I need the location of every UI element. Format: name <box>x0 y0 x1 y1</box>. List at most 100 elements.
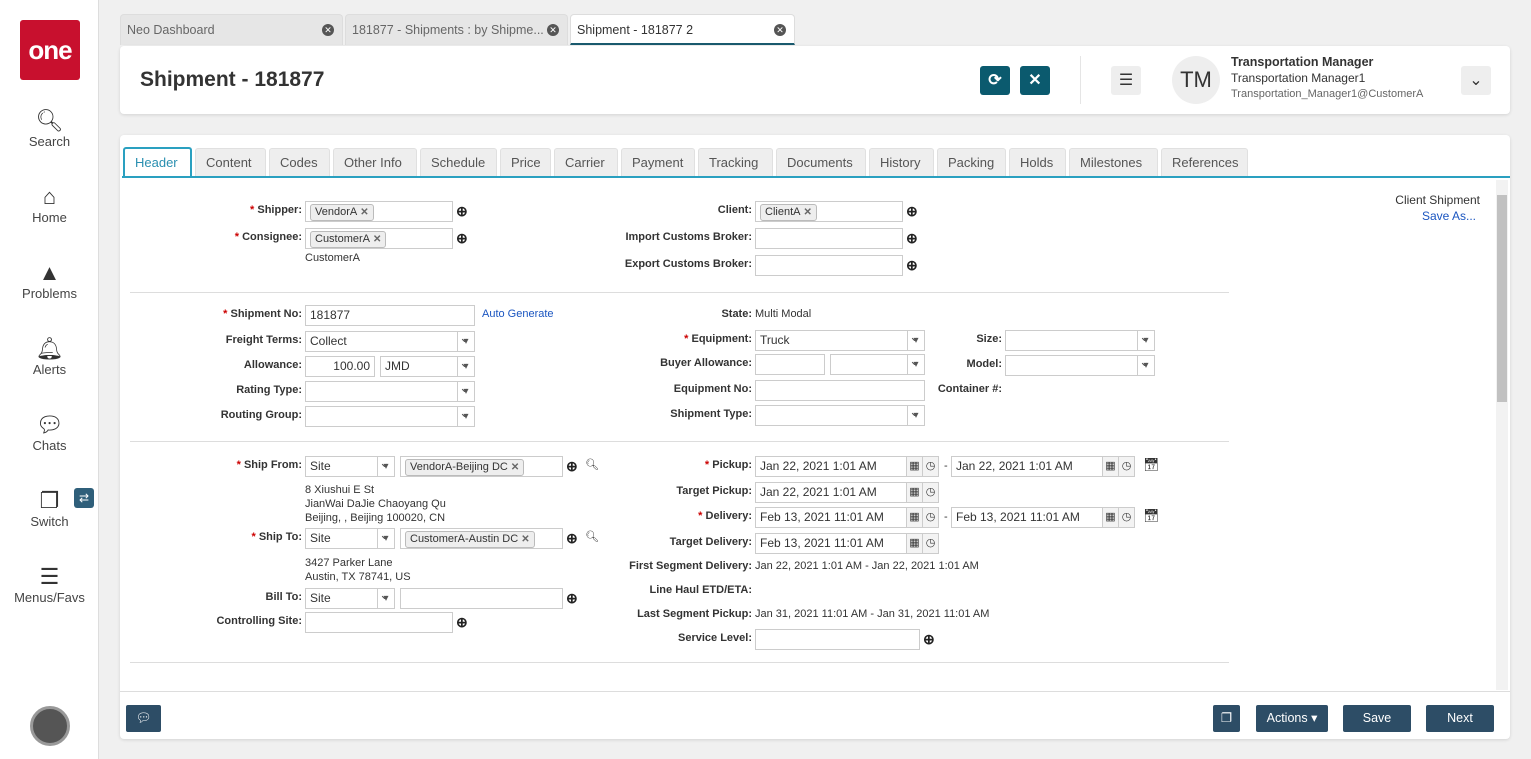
remove-icon[interactable]: ✕ <box>803 207 811 218</box>
target-delivery-input[interactable]: Feb 13, 2021 11:01 AM <box>755 533 907 554</box>
ship-from-type-select[interactable]: Site ▾ <box>305 456 395 477</box>
remove-icon[interactable]: ✕ <box>511 462 519 473</box>
menu-icon: ☰ <box>39 564 60 589</box>
tab-references[interactable]: References <box>1161 148 1248 176</box>
buyer-allowance-label: Buyer Allowance: <box>660 357 752 369</box>
shipper-input[interactable]: VendorA ✕ <box>305 201 453 222</box>
tab-packing[interactable]: Packing <box>937 148 1006 176</box>
rating-type-label: Rating Type: <box>236 384 302 396</box>
calendar-icon[interactable]: ▦ <box>907 533 923 554</box>
tab-neo-dashboard[interactable]: Neo Dashboard ✕ <box>120 14 343 45</box>
equipment-no-label: Equipment No: <box>673 383 752 395</box>
shipment-no-input[interactable]: 181877 <box>305 305 475 326</box>
tab-tracking[interactable]: Tracking <box>698 148 773 176</box>
tab-price[interactable]: Price <box>500 148 551 176</box>
tab-content[interactable]: Content <box>195 148 266 176</box>
calendar-icon[interactable]: ▦ <box>907 482 923 503</box>
ship-from-label: Ship From: <box>243 459 302 471</box>
delivery-from-input[interactable]: Feb 13, 2021 11:01 AM <box>755 507 907 528</box>
copy-button[interactable]: ❐ <box>1213 705 1240 732</box>
lookup-icon[interactable]: ⊕ <box>923 631 935 648</box>
remove-icon[interactable]: ✕ <box>360 207 368 218</box>
tab-carrier[interactable]: Carrier <box>554 148 618 176</box>
actions-button[interactable]: Actions ▾ <box>1256 705 1328 732</box>
model-select[interactable]: ▾ <box>1005 355 1155 376</box>
service-level-input[interactable] <box>755 629 920 650</box>
tab-schedule[interactable]: Schedule <box>420 148 497 176</box>
lookup-icon[interactable]: ⊕ <box>906 230 918 247</box>
pickup-label: Pickup: <box>712 459 752 471</box>
tab-codes[interactable]: Codes <box>269 148 330 176</box>
ship-to-type-select[interactable]: Site ▾ <box>305 528 395 549</box>
clock-icon[interactable]: ◷ <box>1119 456 1135 477</box>
lookup-icon[interactable]: ⊕ <box>456 614 468 631</box>
assistant-avatar[interactable] <box>30 706 70 746</box>
freight-terms-select[interactable]: Collect ▾ <box>305 331 475 352</box>
next-button[interactable]: Next <box>1426 705 1494 732</box>
pickup-from-input[interactable]: Jan 22, 2021 1:01 AM <box>755 456 907 477</box>
tab-history[interactable]: History <box>869 148 934 176</box>
chevron-down-icon: ▾ <box>457 357 474 376</box>
sidebar-item-search[interactable]: 🔍︎ Search <box>0 108 99 149</box>
tab-shipments[interactable]: 181877 - Shipments : by Shipme... ✕ <box>345 14 568 45</box>
import-broker-input[interactable] <box>755 228 903 249</box>
close-icon[interactable]: ✕ <box>547 24 559 36</box>
tab-holds[interactable]: Holds <box>1009 148 1066 176</box>
scrollbar-thumb[interactable] <box>1497 195 1507 402</box>
tab-header[interactable]: Header <box>123 147 192 178</box>
lookup-icon[interactable]: ⊕ <box>906 203 918 220</box>
client-input[interactable]: ClientA ✕ <box>755 201 903 222</box>
pickup-to-input[interactable]: Jan 22, 2021 1:01 AM <box>951 456 1103 477</box>
calendar-icon[interactable]: ▦ <box>1103 456 1119 477</box>
calendar-icon[interactable]: ▦ <box>907 456 923 477</box>
export-broker-label: Export Customs Broker: <box>624 258 752 270</box>
rating-type-select[interactable]: ▾ <box>305 381 475 402</box>
schedule-icon[interactable]: 📅︎ <box>1143 457 1160 473</box>
close-button[interactable]: ✕ <box>1020 66 1050 95</box>
tab-milestones[interactable]: Milestones <box>1069 148 1158 176</box>
calendar-icon[interactable]: ▦ <box>1103 507 1119 528</box>
equipment-label: Equipment: <box>691 333 753 345</box>
clock-icon[interactable]: ◷ <box>923 507 939 528</box>
refresh-button[interactable]: ⟳ <box>980 66 1010 95</box>
bill-to-type-select[interactable]: Site ▾ <box>305 588 395 609</box>
clock-icon[interactable]: ◷ <box>923 533 939 554</box>
save-as-link[interactable]: Save As... <box>1422 209 1476 223</box>
remove-icon[interactable]: ✕ <box>373 234 381 245</box>
allowance-input[interactable]: 100.00 <box>305 356 375 377</box>
first-segment-label: First Segment Delivery: <box>629 560 752 572</box>
controlling-site-input[interactable] <box>305 612 453 633</box>
app-logo[interactable]: one <box>20 20 80 80</box>
chat-button[interactable]: 💬︎ <box>126 705 161 732</box>
tab-other-info[interactable]: Other Info <box>333 148 417 176</box>
consignee-input[interactable]: CustomerA ✕ <box>305 228 453 249</box>
calendar-icon[interactable]: ▦ <box>907 507 923 528</box>
currency-select[interactable]: JMD ▾ <box>380 356 475 377</box>
clock-icon[interactable]: ◷ <box>923 482 939 503</box>
menu-button[interactable]: ☰ <box>1111 66 1141 95</box>
user-name: Transportation Manager1 <box>1231 71 1366 85</box>
delivery-to-input[interactable]: Feb 13, 2021 11:01 AM <box>951 507 1103 528</box>
clock-icon[interactable]: ◷ <box>1119 507 1135 528</box>
export-broker-input[interactable] <box>755 255 903 276</box>
lookup-icon[interactable]: ⊕ <box>456 230 468 247</box>
close-icon[interactable]: ✕ <box>774 24 786 36</box>
divider <box>130 441 1229 442</box>
tab-shipment[interactable]: Shipment - 181877 2 ✕ <box>570 14 795 45</box>
lookup-icon[interactable]: ⊕ <box>906 257 918 274</box>
lookup-icon[interactable]: ⊕ <box>456 203 468 220</box>
tab-documents[interactable]: Documents <box>776 148 866 176</box>
close-icon[interactable]: ✕ <box>322 24 334 36</box>
tab-payment[interactable]: Payment <box>621 148 695 176</box>
clock-icon[interactable]: ◷ <box>923 456 939 477</box>
size-select[interactable]: ▾ <box>1005 330 1155 351</box>
sidebar-item-problems[interactable]: ▲ Problems <box>0 260 99 301</box>
save-button[interactable]: Save <box>1343 705 1411 732</box>
routing-group-select[interactable]: ▾ <box>305 406 475 427</box>
schedule-icon[interactable]: 📅︎ <box>1143 508 1160 524</box>
remove-icon[interactable]: ✕ <box>521 534 529 545</box>
user-menu-chevron-icon[interactable]: ⌄ <box>1461 66 1491 95</box>
target-pickup-input[interactable]: Jan 22, 2021 1:01 AM <box>755 482 907 503</box>
service-level-label: Service Level: <box>678 632 752 644</box>
shipment-type-select[interactable]: ▾ <box>755 405 925 426</box>
